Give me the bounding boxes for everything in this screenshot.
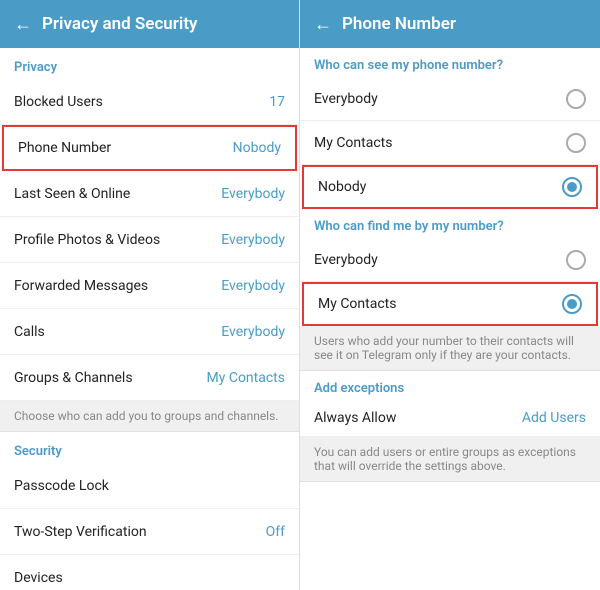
groups-info: Choose who can add you to groups and cha… (0, 401, 299, 432)
find-info-text: Users who add your number to their conta… (300, 326, 600, 371)
see-my-contacts-label: My Contacts (314, 135, 392, 151)
see-nobody-row[interactable]: Nobody (302, 165, 598, 209)
two-step-label: Two-Step Verification (14, 524, 147, 540)
phone-number-label: Phone Number (18, 140, 111, 156)
add-users-button[interactable]: Add Users (522, 410, 586, 426)
see-nobody-label: Nobody (318, 179, 366, 195)
passcode-lock-row[interactable]: Passcode Lock (0, 463, 299, 509)
calls-row[interactable]: Calls Everybody (0, 309, 299, 355)
add-exceptions-section-label: Add exceptions (300, 371, 600, 400)
left-back-arrow[interactable]: ← (14, 14, 32, 35)
forwarded-messages-label: Forwarded Messages (14, 278, 148, 294)
blocked-users-value: 17 (269, 94, 285, 110)
see-my-contacts-radio[interactable] (566, 133, 586, 153)
blocked-users-label: Blocked Users (14, 94, 103, 110)
last-seen-row[interactable]: Last Seen & Online Everybody (0, 171, 299, 217)
groups-channels-row[interactable]: Groups & Channels My Contacts (0, 355, 299, 401)
security-section-label: Security (0, 432, 299, 463)
right-back-arrow[interactable]: ← (314, 14, 332, 35)
find-everybody-label: Everybody (314, 252, 378, 268)
see-nobody-radio[interactable] (562, 177, 582, 197)
who-can-see-label: Who can see my phone number? (300, 48, 600, 77)
find-everybody-row[interactable]: Everybody (300, 238, 600, 282)
find-my-contacts-label: My Contacts (318, 296, 396, 312)
devices-label: Devices (14, 570, 63, 586)
always-allow-label: Always Allow (314, 410, 396, 426)
privacy-section-label: Privacy (0, 48, 299, 79)
forwarded-messages-row[interactable]: Forwarded Messages Everybody (0, 263, 299, 309)
always-allow-row[interactable]: Always Allow Add Users (300, 400, 600, 437)
right-header-title: Phone Number (342, 14, 456, 34)
groups-channels-value: My Contacts (207, 370, 285, 386)
see-everybody-radio[interactable] (566, 89, 586, 109)
left-header-title: Privacy and Security (42, 14, 197, 34)
profile-photos-value: Everybody (221, 232, 285, 248)
who-can-find-label: Who can find me by my number? (300, 209, 600, 238)
profile-photos-row[interactable]: Profile Photos & Videos Everybody (0, 217, 299, 263)
right-header: ← Phone Number (300, 0, 600, 48)
find-my-contacts-radio[interactable] (562, 294, 582, 314)
last-seen-label: Last Seen & Online (14, 186, 130, 202)
exceptions-info-text: You can add users or entire groups as ex… (300, 437, 600, 482)
right-panel: ← Phone Number Who can see my phone numb… (300, 0, 600, 590)
calls-value: Everybody (221, 324, 285, 340)
last-seen-value: Everybody (221, 186, 285, 202)
calls-label: Calls (14, 324, 45, 340)
see-everybody-label: Everybody (314, 91, 378, 107)
see-everybody-row[interactable]: Everybody (300, 77, 600, 121)
find-everybody-radio[interactable] (566, 250, 586, 270)
devices-row[interactable]: Devices (0, 555, 299, 590)
profile-photos-label: Profile Photos & Videos (14, 232, 160, 248)
left-panel: ← Privacy and Security Privacy Blocked U… (0, 0, 300, 590)
two-step-row[interactable]: Two-Step Verification Off (0, 509, 299, 555)
see-my-contacts-row[interactable]: My Contacts (300, 121, 600, 165)
blocked-users-row[interactable]: Blocked Users 17 (0, 79, 299, 125)
find-my-contacts-row[interactable]: My Contacts (302, 282, 598, 326)
forwarded-messages-value: Everybody (221, 278, 285, 294)
phone-number-value: Nobody (233, 140, 281, 156)
passcode-lock-label: Passcode Lock (14, 478, 109, 494)
phone-number-row[interactable]: Phone Number Nobody (2, 125, 297, 171)
left-header: ← Privacy and Security (0, 0, 299, 48)
groups-channels-label: Groups & Channels (14, 370, 133, 386)
two-step-value: Off (266, 524, 285, 540)
